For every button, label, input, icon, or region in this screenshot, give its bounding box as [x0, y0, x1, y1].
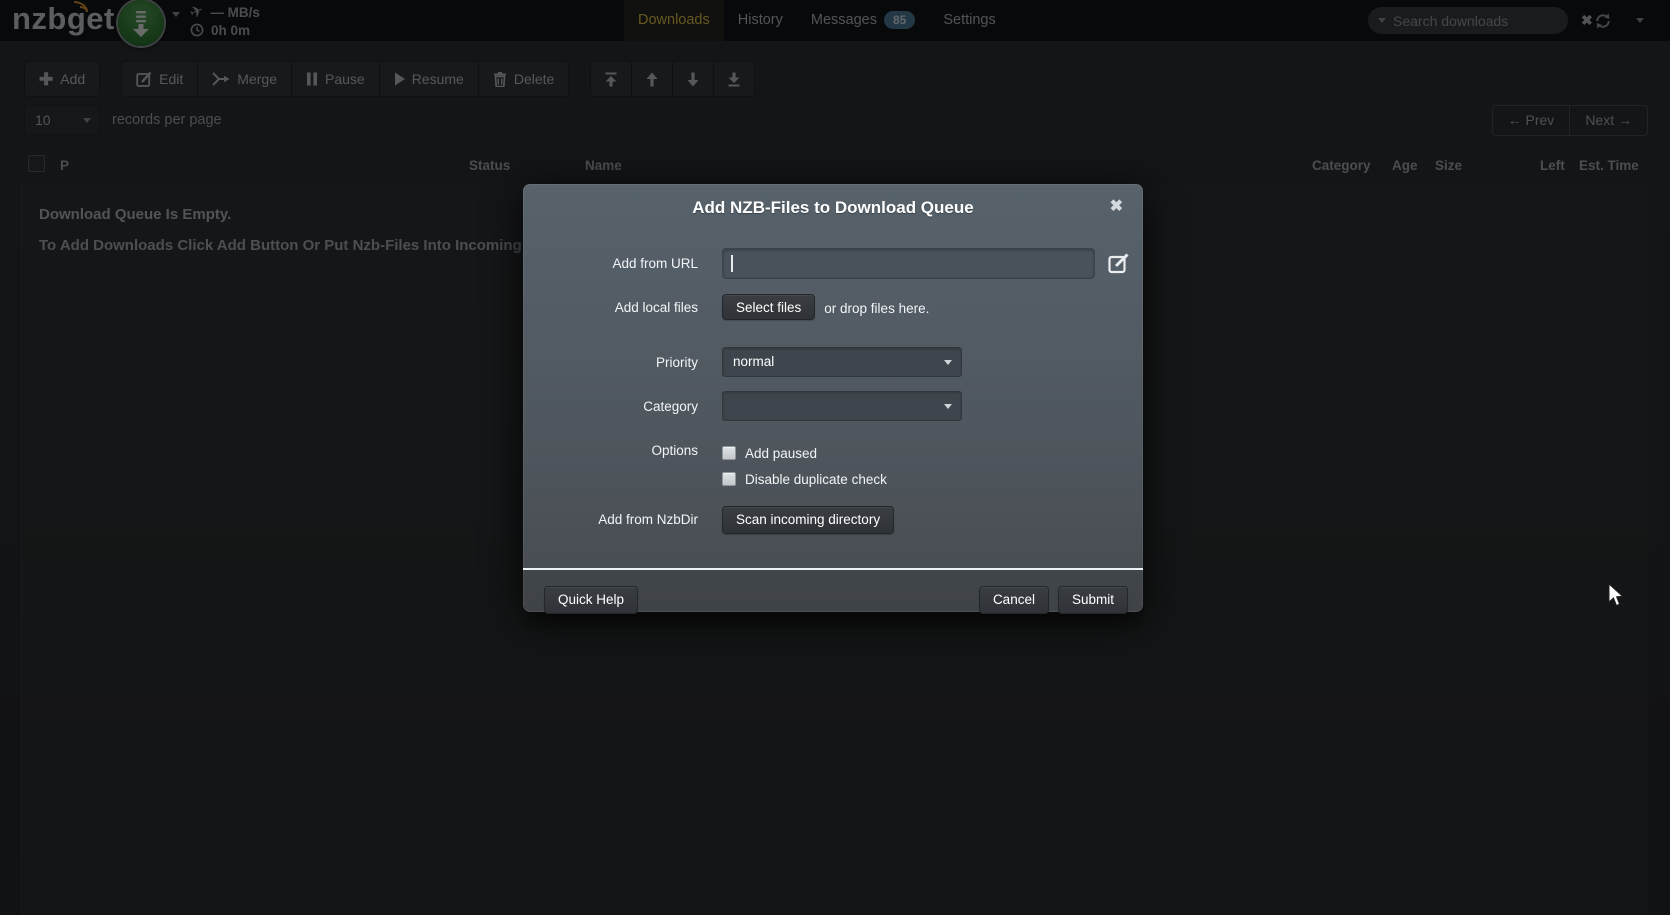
modal-body: Add from URL Add local files Select file…	[523, 248, 1143, 568]
disable-dupe-checkbox[interactable]	[722, 472, 736, 486]
add-paused-checkbox[interactable]	[722, 446, 736, 460]
disable-dupe-option[interactable]: Disable duplicate check	[722, 469, 887, 489]
select-files-button[interactable]: Select files	[722, 294, 815, 320]
options-list: Add paused Disable duplicate check	[722, 443, 887, 489]
modal-title: Add NZB-Files to Download Queue	[523, 184, 1143, 231]
priority-select[interactable]: normal	[722, 347, 962, 377]
cancel-button[interactable]: Cancel	[979, 586, 1049, 614]
priority-label: Priority	[523, 355, 698, 370]
drop-files-hint: or drop files here.	[824, 301, 929, 316]
text-cursor	[731, 255, 733, 272]
mouse-cursor	[1608, 583, 1626, 607]
category-label: Category	[523, 399, 698, 414]
submit-button[interactable]: Submit	[1058, 586, 1128, 614]
options-label: Options	[523, 443, 698, 458]
url-label: Add from URL	[523, 256, 698, 271]
category-caret-icon	[944, 404, 952, 409]
modal-footer: Quick Help Cancel Submit	[523, 568, 1143, 629]
url-input[interactable]	[722, 248, 1095, 279]
screen: nzbget ✈	[0, 0, 1670, 915]
add-nzb-modal: Add NZB-Files to Download Queue ✖ Add fr…	[523, 184, 1143, 612]
edit-url-icon[interactable]	[1108, 253, 1129, 274]
url-field-wrap	[722, 248, 1095, 279]
priority-value: normal	[733, 354, 774, 369]
add-paused-label: Add paused	[745, 446, 817, 461]
local-files-label: Add local files	[523, 300, 698, 315]
nzbdir-label: Add from NzbDir	[523, 512, 698, 527]
close-icon[interactable]: ✖	[1110, 197, 1123, 217]
category-select[interactable]	[722, 391, 962, 421]
quick-help-button[interactable]: Quick Help	[544, 586, 638, 614]
modal-header: Add NZB-Files to Download Queue ✖	[523, 184, 1143, 231]
add-paused-option[interactable]: Add paused	[722, 443, 887, 463]
priority-caret-icon	[944, 360, 952, 365]
disable-dupe-label: Disable duplicate check	[745, 472, 887, 487]
scan-incoming-button[interactable]: Scan incoming directory	[722, 506, 894, 534]
